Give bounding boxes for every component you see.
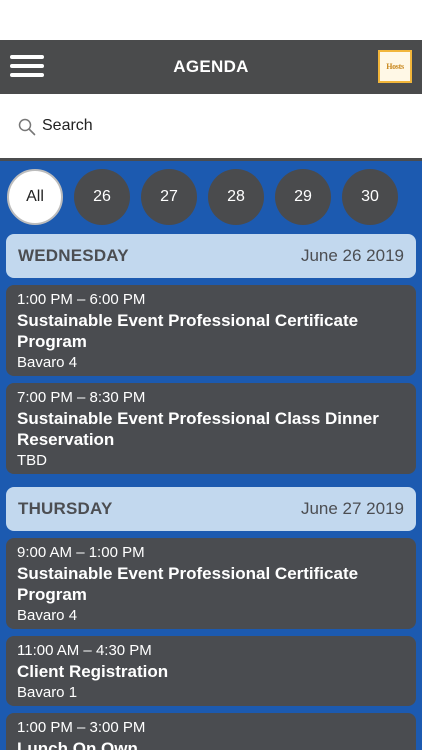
session-title: Sustainable Event Professional Certifica… bbox=[17, 564, 359, 604]
date-filter-all[interactable]: All bbox=[7, 169, 63, 225]
day-header-thursday: THURSDAY June 27 2019 bbox=[6, 487, 416, 531]
session-time: 1:00 PM – 6:00 PM bbox=[17, 291, 146, 308]
day-header-wednesday: WEDNESDAY June 26 2019 bbox=[6, 234, 416, 278]
session-card[interactable]: 1:00 PM – 6:00 PM Sustainable Event Prof… bbox=[6, 285, 416, 376]
session-title: Client Registration bbox=[17, 662, 169, 681]
session-time: 7:00 PM – 8:30 PM bbox=[17, 389, 146, 406]
session-location: TBD bbox=[17, 452, 47, 469]
day-date: June 26 2019 bbox=[300, 246, 404, 265]
page-title: AGENDA bbox=[173, 57, 249, 76]
search-input[interactable] bbox=[42, 114, 382, 138]
session-card[interactable]: 11:00 AM – 4:30 PM Client Registration B… bbox=[6, 636, 416, 706]
day-date: June 27 2019 bbox=[300, 499, 404, 518]
event-logo[interactable]: Hosts bbox=[378, 50, 412, 83]
session-time: 11:00 AM – 4:30 PM bbox=[17, 642, 152, 659]
session-time: 9:00 AM – 1:00 PM bbox=[17, 544, 145, 561]
search-icon bbox=[18, 118, 36, 136]
session-time: 1:00 PM – 3:00 PM bbox=[17, 719, 146, 736]
session-location: Bavaro 1 bbox=[17, 684, 78, 701]
session-card[interactable]: 1:00 PM – 3:00 PM Lunch On Own bbox=[6, 713, 416, 750]
session-title: Sustainable Event Professional Class Din… bbox=[17, 409, 379, 449]
search-bar bbox=[0, 94, 422, 158]
day-name: THURSDAY bbox=[18, 499, 113, 518]
session-card[interactable]: 9:00 AM – 1:00 PM Sustainable Event Prof… bbox=[6, 538, 416, 629]
session-card[interactable]: 7:00 PM – 8:30 PM Sustainable Event Prof… bbox=[6, 383, 416, 474]
menu-icon[interactable] bbox=[10, 52, 46, 82]
app-header: AGENDA Hosts bbox=[0, 40, 422, 94]
session-location: Bavaro 4 bbox=[17, 607, 78, 624]
date-filter: All 26 27 28 29 30 bbox=[0, 169, 422, 225]
logo-text: Hosts bbox=[386, 62, 404, 71]
agenda-list[interactable]: All 26 27 28 29 30 WEDNESDAY June 26 201… bbox=[0, 158, 422, 750]
date-filter-27[interactable]: 27 bbox=[141, 169, 197, 225]
date-filter-28[interactable]: 28 bbox=[208, 169, 264, 225]
day-name: WEDNESDAY bbox=[18, 246, 129, 265]
date-filter-29[interactable]: 29 bbox=[275, 169, 331, 225]
date-filter-26[interactable]: 26 bbox=[74, 169, 130, 225]
session-title: Sustainable Event Professional Certifica… bbox=[17, 311, 359, 351]
session-location: Bavaro 4 bbox=[17, 354, 78, 371]
session-title: Lunch On Own bbox=[17, 739, 138, 750]
status-bar bbox=[0, 0, 422, 40]
date-filter-30[interactable]: 30 bbox=[342, 169, 398, 225]
